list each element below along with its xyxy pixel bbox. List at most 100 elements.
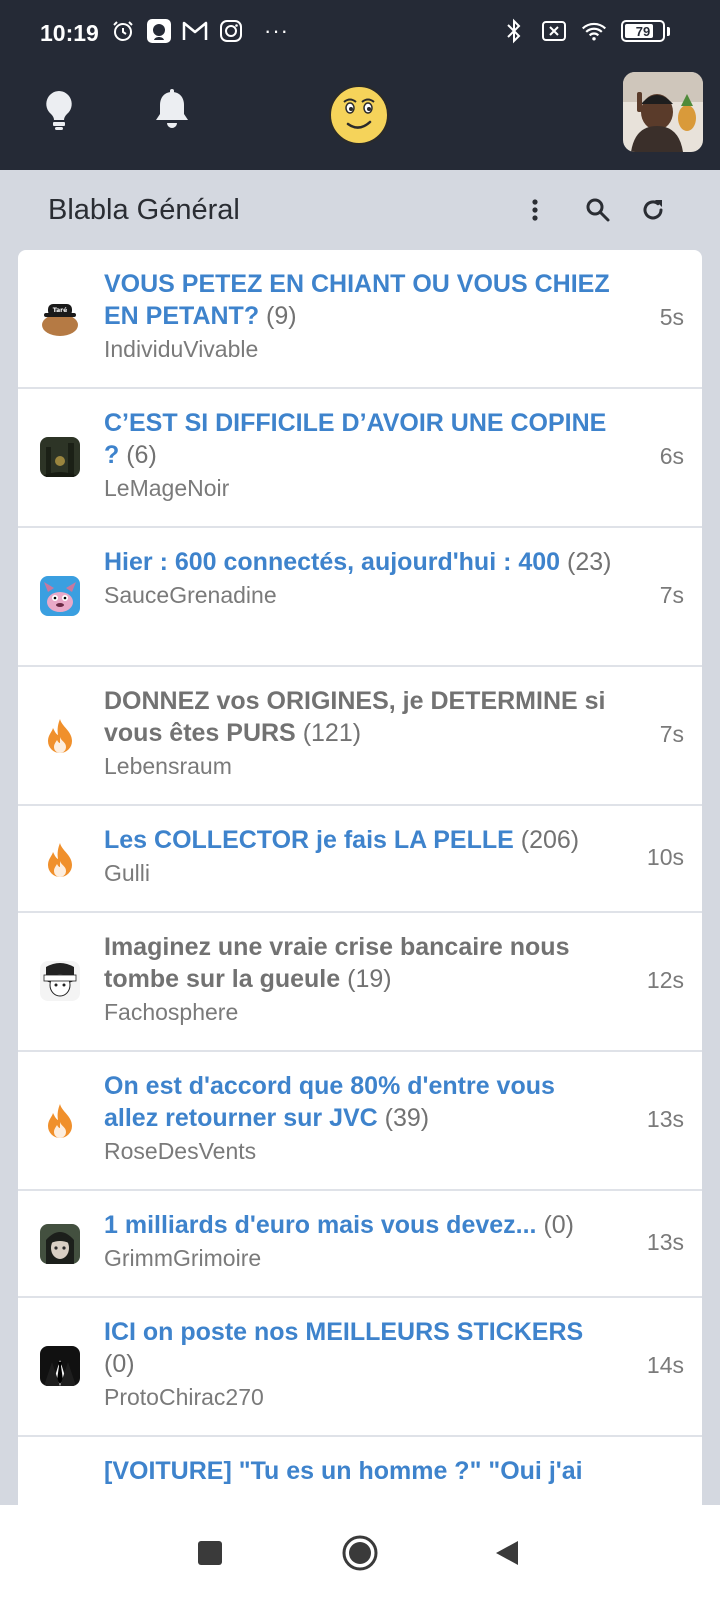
- topic-row[interactable]: Taré VOUS PETEZ EN CHIANT OU VOUS CHIEZ …: [18, 250, 702, 389]
- app-bar: [0, 70, 720, 170]
- topic-list: Taré VOUS PETEZ EN CHIANT OU VOUS CHIEZ …: [18, 250, 702, 1505]
- search-icon[interactable]: [580, 192, 616, 228]
- topic-reply-count: (206): [520, 826, 580, 854]
- avatar-dark-forest: [40, 437, 80, 477]
- gmail-icon: [182, 18, 208, 44]
- topic-author[interactable]: SauceGrenadine: [104, 582, 614, 609]
- smiley-logo-icon[interactable]: [328, 84, 390, 146]
- topic-body: DONNEZ vos ORIGINES, je DETERMINE si vou…: [104, 685, 614, 780]
- topic-author[interactable]: GrimmGrimoire: [104, 1245, 614, 1272]
- topic-time: 6s: [659, 443, 684, 469]
- svg-text:Taré: Taré: [53, 307, 67, 314]
- topic-reply-count: (121): [302, 719, 362, 747]
- topic-title-text: On est d'accord que 80% d'entre vous all…: [104, 1072, 555, 1132]
- topic-time: 14s: [646, 1352, 684, 1378]
- topic-title-text: [VOITURE] "Tu es un homme ?" "Oui j'ai: [104, 1457, 583, 1485]
- bell-icon[interactable]: [152, 88, 192, 132]
- topic-row[interactable]: ICI on poste nos MEILLEURS STICKERS (0) …: [18, 1298, 702, 1437]
- forum-header: Blabla Général: [0, 170, 720, 250]
- topic-row[interactable]: Hier : 600 connectés, aujourd'hui : 400 …: [18, 528, 702, 667]
- instagram-icon: [218, 18, 244, 44]
- topic-time: 5s: [659, 304, 684, 330]
- topic-author[interactable]: Lebensraum: [104, 753, 614, 780]
- recents-button[interactable]: [188, 1531, 232, 1575]
- topic-title[interactable]: C’EST SI DIFFICILE D’AVOIR UNE COPINE ? …: [104, 407, 614, 471]
- topic-reply-count: (0): [104, 1350, 135, 1378]
- status-icons-left: ···: [110, 18, 289, 44]
- battery-level: 79: [621, 20, 665, 42]
- user-avatar[interactable]: [623, 72, 703, 152]
- forum-title: Blabla Général: [48, 194, 240, 226]
- topic-row[interactable]: 1 milliards d'euro mais vous devez... (0…: [18, 1191, 702, 1298]
- app-icon: [146, 18, 172, 44]
- topic-title-text: C’EST SI DIFFICILE D’AVOIR UNE COPINE ?: [104, 409, 607, 469]
- wifi-icon: [581, 18, 607, 44]
- topic-title[interactable]: [VOITURE] "Tu es un homme ?" "Oui j'ai: [104, 1455, 614, 1487]
- refresh-icon[interactable]: [635, 192, 671, 228]
- topic-body: Hier : 600 connectés, aujourd'hui : 400 …: [104, 546, 614, 609]
- topic-title[interactable]: On est d'accord que 80% d'entre vous all…: [104, 1070, 614, 1134]
- topic-title[interactable]: 1 milliards d'euro mais vous devez... (0…: [104, 1209, 614, 1241]
- topic-title-text: 1 milliards d'euro mais vous devez...: [104, 1211, 537, 1239]
- topic-title[interactable]: ICI on poste nos MEILLEURS STICKERS (0): [104, 1316, 614, 1380]
- topic-author[interactable]: Fachosphere: [104, 999, 614, 1026]
- avatar-manga: [40, 961, 80, 1001]
- topic-time: 10s: [646, 844, 684, 870]
- topic-title-text: ICI on poste nos MEILLEURS STICKERS: [104, 1318, 584, 1346]
- battery-tip: [667, 26, 670, 36]
- topic-body: C’EST SI DIFFICILE D’AVOIR UNE COPINE ? …: [104, 407, 614, 502]
- topic-title[interactable]: DONNEZ vos ORIGINES, je DETERMINE si vou…: [104, 685, 614, 749]
- topic-author[interactable]: RoseDesVents: [104, 1138, 614, 1165]
- more-vertical-icon[interactable]: [517, 192, 553, 228]
- alarm-icon: [110, 18, 136, 44]
- more-notifications-indicator: ···: [264, 18, 289, 43]
- topic-title[interactable]: Hier : 600 connectés, aujourd'hui : 400 …: [104, 546, 614, 578]
- back-button[interactable]: [485, 1531, 529, 1575]
- topic-time: 13s: [646, 1106, 684, 1132]
- topic-body: VOUS PETEZ EN CHIANT OU VOUS CHIEZ EN PE…: [104, 268, 614, 363]
- topic-row[interactable]: Imaginez une vraie crise bancaire nous t…: [18, 913, 702, 1052]
- topic-title[interactable]: Les COLLECTOR je fais LA PELLE (206): [104, 824, 614, 856]
- bluetooth-icon: [501, 18, 527, 44]
- battery-percentage: 79: [635, 23, 651, 39]
- topic-row[interactable]: On est d'accord que 80% d'entre vous all…: [18, 1052, 702, 1191]
- fire-icon: [40, 715, 80, 755]
- topic-time: 12s: [646, 967, 684, 993]
- topic-title[interactable]: Imaginez une vraie crise bancaire nous t…: [104, 931, 614, 995]
- topic-author[interactable]: Gulli: [104, 860, 614, 887]
- top-header: 10:19 ··· 79: [0, 0, 720, 170]
- topic-title-text: VOUS PETEZ EN CHIANT OU VOUS CHIEZ EN PE…: [104, 270, 610, 330]
- topic-body: Les COLLECTOR je fais LA PELLE (206) Gul…: [104, 824, 614, 887]
- topic-row[interactable]: DONNEZ vos ORIGINES, je DETERMINE si vou…: [18, 667, 702, 806]
- topic-author[interactable]: IndividuVivable: [104, 336, 614, 363]
- topic-title-text: Imaginez une vraie crise bancaire nous t…: [104, 933, 570, 993]
- topic-title-text: Hier : 600 connectés, aujourd'hui : 400: [104, 548, 561, 576]
- status-bar: 10:19 ··· 79: [0, 0, 720, 70]
- avatar-tare: Taré: [40, 298, 80, 338]
- system-nav-bar: [0, 1505, 720, 1600]
- topic-row[interactable]: C’EST SI DIFFICILE D’AVOIR UNE COPINE ? …: [18, 389, 702, 528]
- topic-body: [VOITURE] "Tu es un homme ?" "Oui j'ai: [104, 1455, 614, 1487]
- avatar-suit: [40, 1346, 80, 1386]
- fire-icon: [40, 839, 80, 879]
- topic-title[interactable]: VOUS PETEZ EN CHIANT OU VOUS CHIEZ EN PE…: [104, 268, 614, 332]
- avatar-pink-dog: [40, 576, 80, 616]
- topic-author[interactable]: ProtoChirac270: [104, 1384, 614, 1411]
- topic-reply-count: (0): [543, 1211, 575, 1239]
- topic-body: ICI on poste nos MEILLEURS STICKERS (0) …: [104, 1316, 614, 1411]
- topic-reply-count: (19): [347, 965, 392, 993]
- topic-reply-count: (6): [126, 441, 157, 469]
- battery-icon: 79: [621, 20, 670, 42]
- status-icons-right: 79: [501, 18, 670, 44]
- topic-author[interactable]: LeMageNoir: [104, 475, 614, 502]
- topic-body: On est d'accord que 80% d'entre vous all…: [104, 1070, 614, 1165]
- topic-reply-count: (39): [384, 1104, 430, 1132]
- topic-row[interactable]: Les COLLECTOR je fais LA PELLE (206) Gul…: [18, 806, 702, 913]
- topic-reply-count: (23): [567, 548, 612, 576]
- topic-title-text: Les COLLECTOR je fais LA PELLE: [104, 826, 514, 854]
- topic-row[interactable]: [VOITURE] "Tu es un homme ?" "Oui j'ai: [18, 1437, 702, 1505]
- topic-time: 7s: [659, 721, 684, 747]
- topic-body: Imaginez une vraie crise bancaire nous t…: [104, 931, 614, 1026]
- home-button[interactable]: [338, 1531, 382, 1575]
- lightbulb-icon[interactable]: [40, 88, 78, 132]
